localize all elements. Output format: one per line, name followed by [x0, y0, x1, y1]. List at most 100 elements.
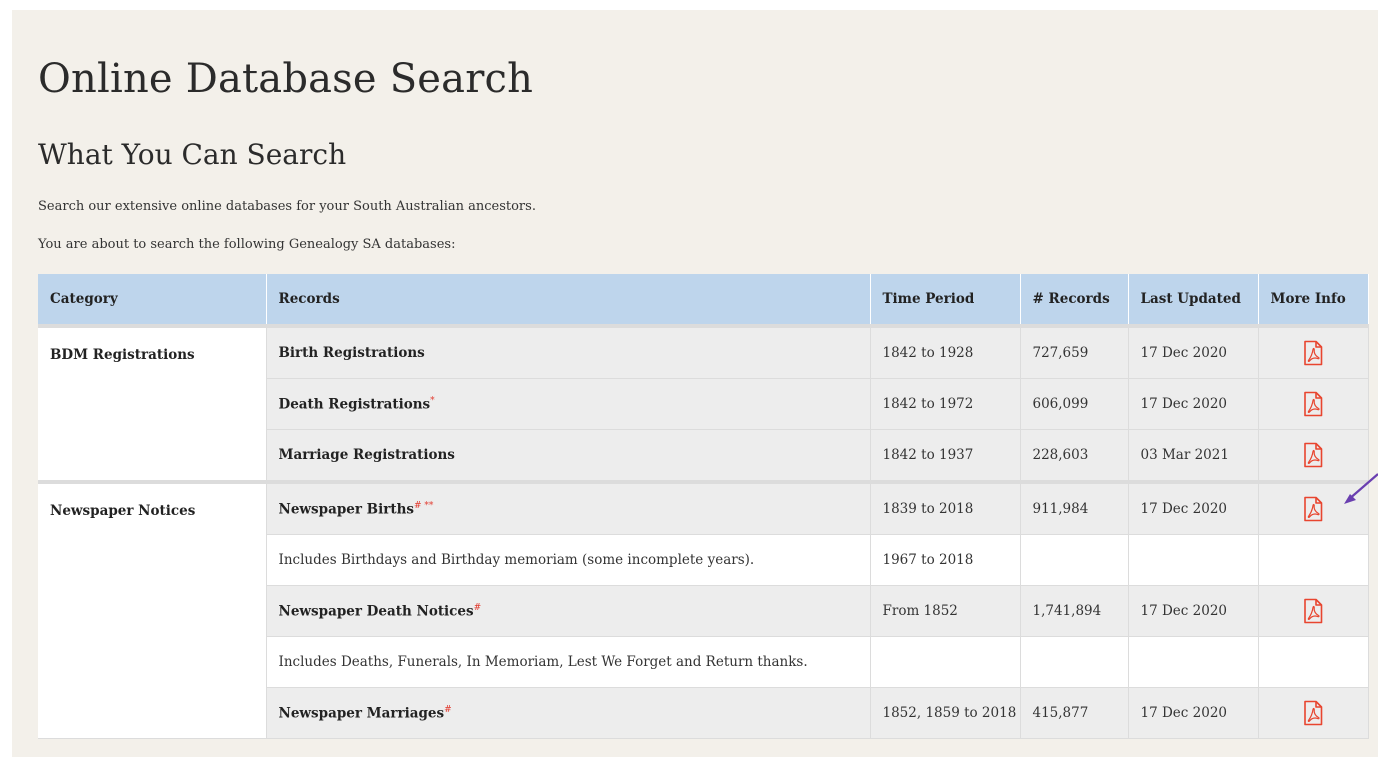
- footnote-mark: #: [473, 602, 482, 613]
- last-updated: [1128, 636, 1259, 688]
- record-name: Newspaper Births# **: [266, 480, 871, 535]
- record-count-text: 1,741,894: [1032, 603, 1102, 619]
- category-cell: Newspaper Notices: [38, 480, 267, 739]
- time-period: [870, 636, 1021, 688]
- pdf-icon: [1302, 496, 1324, 522]
- last-updated: 17 Dec 2020: [1128, 687, 1259, 739]
- table-row: Newspaper Notices Newspaper Births# ** 183…: [38, 480, 1369, 739]
- last-updated: 17 Dec 2020: [1128, 480, 1259, 535]
- table-row: BDM Registrations Birth Registrations 1842…: [38, 324, 1369, 483]
- record-name: Marriage Registrations: [266, 429, 871, 483]
- last-updated-text: 17 Dec 2020: [1140, 345, 1228, 361]
- header-time-period: Time Period: [870, 274, 1021, 326]
- record-name: Birth Registrations: [266, 324, 871, 379]
- header-num-records: # Records: [1020, 274, 1129, 326]
- record-name-text: Marriage Registrations: [278, 447, 455, 463]
- time-period-text: 1967 to 2018: [882, 552, 974, 568]
- record-count-text: 415,877: [1032, 705, 1089, 721]
- footnote-mark: # **: [413, 500, 434, 511]
- header-more-info: More Info: [1258, 274, 1369, 326]
- record-name: Newspaper Marriages#: [266, 687, 871, 739]
- last-updated: 17 Dec 2020: [1128, 324, 1259, 379]
- time-period: From 1852: [870, 585, 1021, 637]
- time-period-text: From 1852: [882, 603, 958, 619]
- pdf-icon: [1302, 391, 1324, 417]
- time-period-text: 1842 to 1972: [882, 396, 974, 412]
- record-name-text: Death Registrations: [278, 396, 431, 413]
- record-name: Death Registrations*: [266, 378, 871, 430]
- more-info-pdf-link[interactable]: [1302, 598, 1324, 624]
- last-updated-text: 17 Dec 2020: [1140, 705, 1228, 721]
- time-period: 1839 to 2018: [870, 480, 1021, 535]
- header-records: Records: [266, 274, 871, 326]
- pdf-icon: [1302, 700, 1324, 726]
- page-title: Online Database Search: [38, 56, 534, 102]
- time-period: 1842 to 1928: [870, 324, 1021, 379]
- more-info-cell: [1258, 324, 1369, 379]
- section-heading: What You Can Search: [38, 138, 347, 171]
- record-count-text: 727,659: [1032, 345, 1089, 361]
- more-info-pdf-link[interactable]: [1302, 340, 1324, 366]
- pdf-icon: [1302, 442, 1324, 468]
- record-count: 911,984: [1020, 480, 1129, 535]
- time-period: 1967 to 2018: [870, 534, 1021, 586]
- content-panel: Online Database Search What You Can Sear…: [12, 10, 1378, 757]
- intro-text-databases: You are about to search the following Ge…: [38, 237, 456, 252]
- record-count: 606,099: [1020, 378, 1129, 430]
- record-count: 727,659: [1020, 324, 1129, 379]
- record-count-text: 228,603: [1032, 447, 1089, 463]
- more-info-cell: [1258, 636, 1369, 688]
- category-cell: BDM Registrations: [38, 324, 267, 483]
- header-category: Category: [38, 274, 267, 326]
- time-period: 1852, 1859 to 2018: [870, 687, 1021, 739]
- last-updated-text: 03 Mar 2021: [1140, 447, 1229, 463]
- last-updated-text: 17 Dec 2020: [1140, 603, 1228, 619]
- record-note-text: Includes Birthdays and Birthday memoriam…: [278, 552, 755, 568]
- time-period-text: 1842 to 1928: [882, 345, 974, 361]
- category-cell-text: Newspaper Notices: [50, 503, 196, 519]
- more-info-cell: [1258, 534, 1369, 586]
- record-note-text: Includes Deaths, Funerals, In Memoriam, …: [278, 654, 808, 670]
- more-info-pdf-link[interactable]: [1302, 442, 1324, 468]
- time-period: 1842 to 1937: [870, 429, 1021, 483]
- table-body: BDM Registrations Birth Registrations 1842…: [38, 324, 1369, 739]
- annotation-arrow-icon: [1344, 473, 1378, 504]
- header-last-updated: Last Updated: [1128, 274, 1259, 326]
- record-note: Includes Deaths, Funerals, In Memoriam, …: [266, 636, 871, 688]
- record-count: [1020, 534, 1129, 586]
- more-info-pdf-link[interactable]: [1302, 391, 1324, 417]
- record-name-text: Newspaper Births: [278, 501, 414, 518]
- pdf-icon: [1302, 598, 1324, 624]
- record-name-text: Newspaper Death Notices: [278, 603, 474, 620]
- record-count: 415,877: [1020, 687, 1129, 739]
- record-count: 1,741,894: [1020, 585, 1129, 637]
- database-table: Category Records Time Period # Records L…: [38, 274, 1369, 739]
- record-name-text: Birth Registrations: [278, 345, 425, 361]
- pdf-icon: [1302, 340, 1324, 366]
- last-updated-text: 17 Dec 2020: [1140, 501, 1228, 517]
- last-updated: 17 Dec 2020: [1128, 378, 1259, 430]
- record-note: Includes Birthdays and Birthday memoriam…: [266, 534, 871, 586]
- more-info-cell: [1258, 687, 1369, 739]
- time-period-text: 1852, 1859 to 2018: [882, 705, 1017, 721]
- more-info-pdf-link[interactable]: [1302, 496, 1324, 522]
- footnote-mark: *: [430, 395, 435, 406]
- last-updated: [1128, 534, 1259, 586]
- record-name: Newspaper Death Notices#: [266, 585, 871, 637]
- last-updated: 03 Mar 2021: [1128, 429, 1259, 483]
- last-updated: 17 Dec 2020: [1128, 585, 1259, 637]
- time-period: 1842 to 1972: [870, 378, 1021, 430]
- category-cell-text: BDM Registrations: [50, 347, 195, 363]
- record-name-text: Newspaper Marriages: [278, 705, 445, 722]
- table-header-row: Category Records Time Period # Records L…: [38, 274, 1369, 326]
- footnote-mark: #: [444, 704, 452, 715]
- more-info-pdf-link[interactable]: [1302, 700, 1324, 726]
- record-count-text: 606,099: [1032, 396, 1089, 412]
- time-period-text: 1842 to 1937: [882, 447, 974, 463]
- record-count: 228,603: [1020, 429, 1129, 483]
- more-info-cell: [1258, 585, 1369, 637]
- record-count-text: 911,984: [1032, 501, 1089, 517]
- more-info-cell: [1258, 378, 1369, 430]
- intro-text: Search our extensive online databases fo…: [38, 199, 536, 214]
- time-period-text: 1839 to 2018: [882, 501, 974, 517]
